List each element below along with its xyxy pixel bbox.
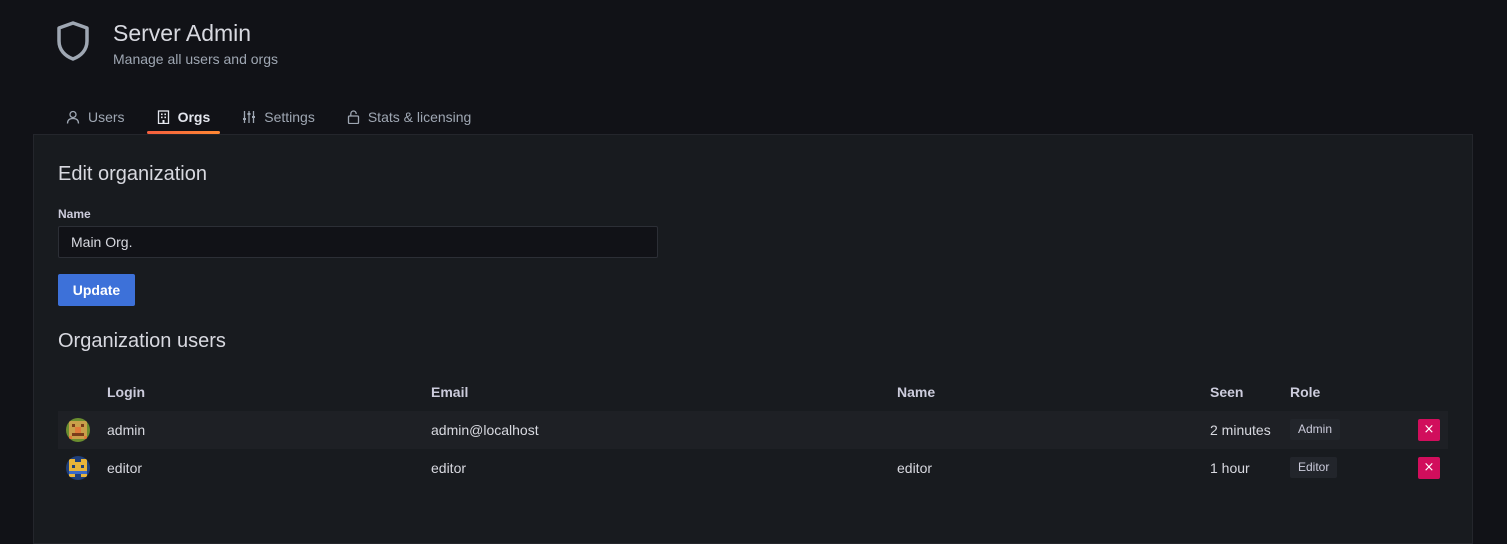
column-header-role: Role: [1290, 384, 1321, 400]
content-panel: Edit organization Name Update Organizati…: [33, 134, 1473, 544]
user-icon: [66, 110, 80, 124]
update-button[interactable]: Update: [58, 274, 135, 306]
user-seen: 1 hour: [1210, 460, 1250, 476]
user-name: editor: [897, 460, 933, 476]
user-login: admin: [107, 422, 146, 438]
column-header-name: Name: [897, 384, 936, 400]
remove-user-button[interactable]: ×: [1418, 419, 1440, 441]
table-row: editor editor editor 1 hour Editor ×: [58, 449, 1448, 487]
tab-stats-licensing-label: Stats & licensing: [367, 109, 472, 125]
page-title: Server Admin: [113, 20, 252, 46]
user-seen: 2 minutes: [1210, 422, 1271, 438]
column-header-seen: Seen: [1210, 384, 1244, 400]
tab-users[interactable]: Users: [56, 100, 135, 134]
column-header-login: Login: [107, 384, 146, 400]
page-header: Server Admin Manage all users and orgs: [55, 18, 755, 78]
table-row: admin admin@localhost 2 minutes Admin ×: [58, 411, 1448, 449]
tab-orgs[interactable]: Orgs: [146, 100, 221, 134]
tab-stats-licensing[interactable]: Stats & licensing: [337, 100, 482, 134]
role-select[interactable]: Editor: [1290, 457, 1338, 478]
sliders-icon: [243, 111, 256, 123]
user-email: editor: [431, 460, 467, 476]
remove-user-button[interactable]: ×: [1418, 457, 1440, 479]
tab-settings-label: Settings: [264, 109, 315, 125]
building-icon: [157, 110, 169, 124]
user-login: editor: [107, 460, 143, 476]
organization-users-title: Organization users: [58, 330, 226, 352]
user-email: admin@localhost: [431, 422, 539, 438]
tab-users-label: Users: [88, 109, 125, 125]
shield-icon: [57, 21, 89, 61]
name-field[interactable]: [58, 226, 658, 258]
tab-bar: Users Orgs Settings Stats & licensing: [56, 100, 493, 134]
edit-organization-title: Edit organization: [58, 163, 207, 185]
avatar: [66, 418, 90, 442]
page-subtitle: Manage all users and orgs: [113, 51, 278, 67]
lock-icon: [347, 110, 359, 124]
avatar: [66, 456, 90, 480]
name-field-label: Name: [58, 207, 91, 221]
role-select[interactable]: Admin: [1290, 419, 1341, 440]
column-header-email: Email: [431, 384, 469, 400]
tab-orgs-label: Orgs: [177, 109, 211, 125]
tab-settings[interactable]: Settings: [232, 100, 325, 134]
